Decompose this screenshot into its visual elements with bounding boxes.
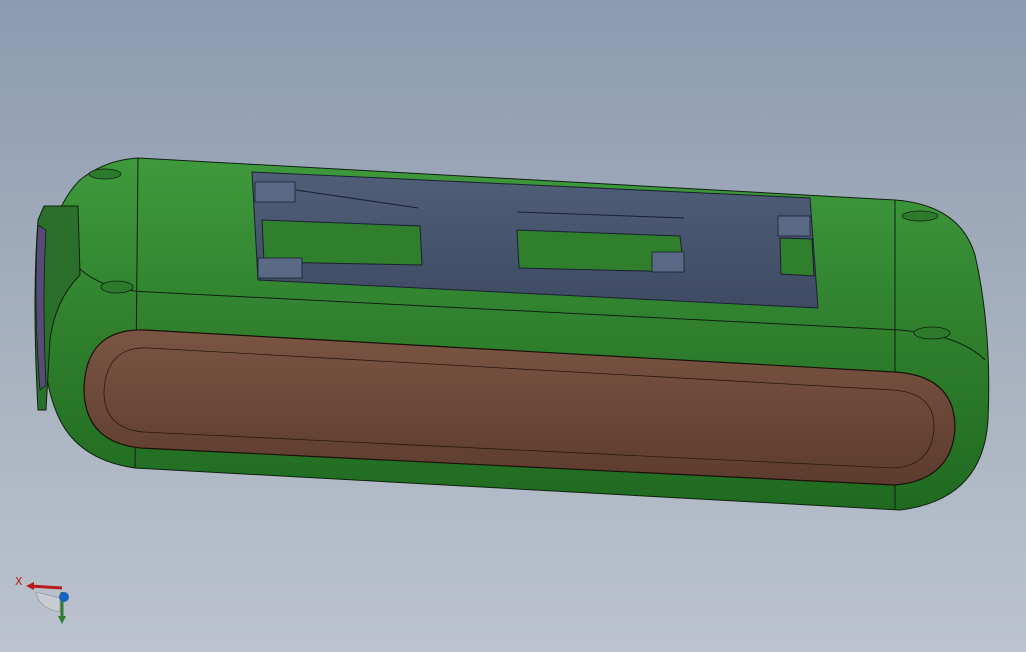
x-axis-label: X xyxy=(15,575,23,588)
x-axis-arrow xyxy=(29,584,63,590)
graphics-viewport[interactable]: X xyxy=(0,0,1026,652)
x-axis-arrowhead xyxy=(26,582,34,590)
orientation-triad[interactable]: X xyxy=(12,568,82,630)
bracket-tab xyxy=(777,215,811,237)
slot-window xyxy=(779,237,815,277)
screw-hole xyxy=(88,168,122,180)
z-axis-dot xyxy=(59,592,69,602)
screw-hole xyxy=(901,210,939,222)
bracket-tab xyxy=(651,251,685,273)
3d-model-view[interactable] xyxy=(0,0,1026,652)
bracket-tab xyxy=(254,181,296,203)
y-axis-arrowhead xyxy=(58,616,66,624)
triad-base-arc xyxy=(35,591,61,613)
screw-hole xyxy=(913,326,951,340)
screw-hole xyxy=(100,280,134,294)
bracket-tab xyxy=(257,257,303,279)
